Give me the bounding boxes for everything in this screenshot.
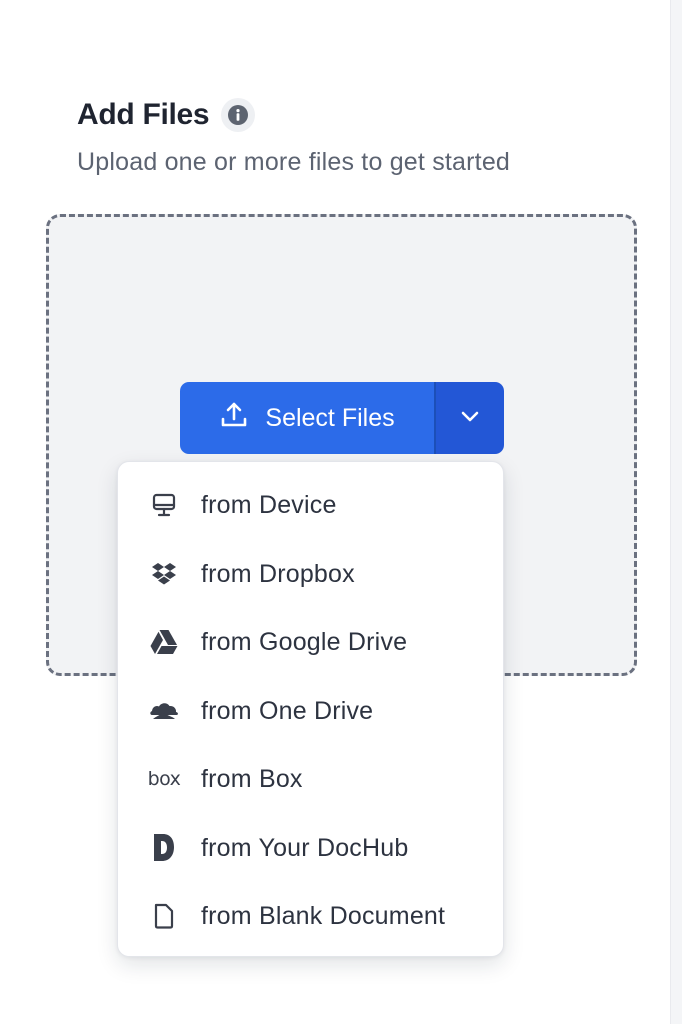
page-subtitle: Upload one or more files to get started <box>77 148 511 176</box>
monitor-icon <box>147 492 181 518</box>
menu-item-one-drive[interactable]: from One Drive <box>118 683 503 739</box>
select-files-button[interactable]: Select Files <box>180 382 434 454</box>
menu-item-label: from Dropbox <box>201 559 355 588</box>
select-files-label: Select Files <box>265 403 395 432</box>
blank-document-icon <box>147 903 181 929</box>
header: Add Files <box>77 98 256 132</box>
menu-item-blank-document[interactable]: from Blank Document <box>118 888 503 944</box>
menu-item-label: from Box <box>201 764 303 793</box>
select-files-dropdown-toggle[interactable] <box>436 382 504 454</box>
onedrive-icon <box>147 700 181 722</box>
menu-item-label: from One Drive <box>201 696 374 725</box>
file-source-menu: from Device from Dropbox from Google Dri… <box>117 461 504 957</box>
upload-icon <box>219 400 249 437</box>
menu-item-dropbox[interactable]: from Dropbox <box>118 546 503 602</box>
menu-item-box[interactable]: box from Box <box>118 751 503 807</box>
info-circle-icon[interactable] <box>221 98 256 132</box>
menu-item-device[interactable]: from Device <box>118 477 503 533</box>
dochub-icon <box>147 833 181 863</box>
box-icon-wordmark: box <box>147 768 181 790</box>
select-files-split-button: Select Files <box>180 382 504 454</box>
page-title: Add Files <box>77 98 210 131</box>
google-drive-icon <box>147 629 181 655</box>
upload-page: Add Files Upload one or more files to ge… <box>0 0 682 1024</box>
chevron-down-icon <box>458 404 482 433</box>
menu-item-label: from Google Drive <box>201 627 408 656</box>
menu-item-dochub[interactable]: from Your DocHub <box>118 820 503 876</box>
menu-item-google-drive[interactable]: from Google Drive <box>118 614 503 670</box>
scrollbar-track[interactable] <box>670 0 682 1024</box>
dropbox-icon <box>147 562 181 586</box>
menu-item-label: from Blank Document <box>201 901 446 930</box>
box-icon: box <box>147 768 181 790</box>
menu-item-label: from Device <box>201 490 337 519</box>
menu-item-label: from Your DocHub <box>201 833 409 862</box>
